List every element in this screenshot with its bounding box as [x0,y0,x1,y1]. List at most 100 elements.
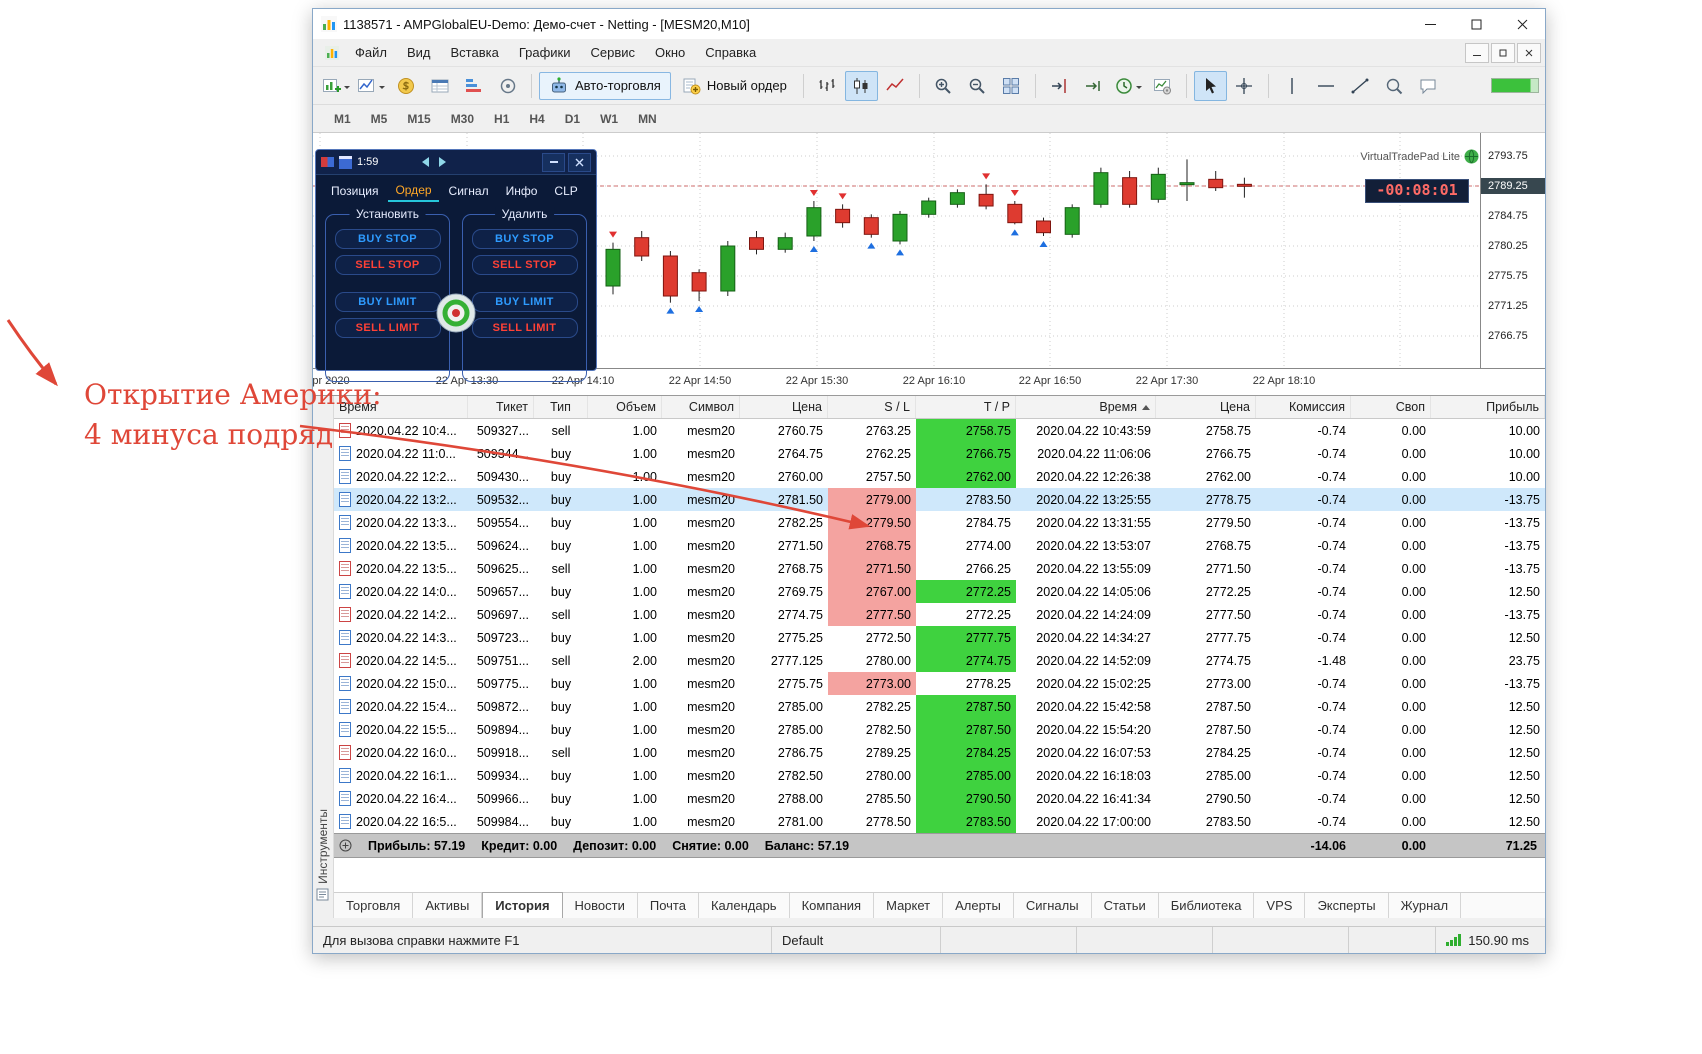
magnifier-tool-button[interactable] [1378,71,1411,101]
vtp-delete-sell-limit-button[interactable]: SELL LIMIT [471,318,578,338]
tab-mailbox[interactable]: Почта [638,893,699,918]
vtp-tab-order[interactable]: Ордер [388,180,439,202]
tab-alerts[interactable]: Алерты [943,893,1014,918]
new-chart-button[interactable] [319,71,353,101]
vtp-set-buy-stop-button[interactable]: BUY STOP [334,229,441,249]
column-header-symbol[interactable]: Символ [662,396,740,418]
strategy-tester-button[interactable] [1146,71,1179,101]
table-row[interactable]: 2020.04.22 11:0... 509344... buy 1.00 mesm20… [334,442,1545,465]
table-row[interactable]: 2020.04.22 13:5... 509625... sell 1.00 mesm2… [334,557,1545,580]
title-bar[interactable]: 1138571 - AMPGlobalEU-Demo: Демо-счет - … [313,9,1545,39]
mdi-restore-button[interactable] [1491,42,1515,63]
trendline-button[interactable] [1344,71,1377,101]
price-axis[interactable]: 2789.25 2793.752789.252784.752780.252775… [1480,133,1545,368]
chart-shift-button[interactable] [1043,71,1076,101]
new-order-button[interactable]: Новый ордер [672,73,796,99]
column-header-type[interactable]: Тип [534,396,588,418]
auto-scroll-button[interactable] [1077,71,1110,101]
data-window-button[interactable] [423,71,456,101]
column-header-profit[interactable]: Прибыль [1431,396,1545,418]
table-row[interactable]: 2020.04.22 16:4... 509966... buy 1.00 mesm20… [334,787,1545,810]
menu-item-view[interactable]: Вид [397,41,441,64]
table-row[interactable]: 2020.04.22 14:0... 509657... buy 1.00 mesm20… [334,580,1545,603]
line-mode-button[interactable] [879,71,912,101]
status-connection[interactable]: 150.90 ms [1436,927,1545,953]
cursor-button[interactable] [1193,70,1227,101]
vtp-tab-info[interactable]: Инфо [499,181,545,201]
tab-experts[interactable]: Эксперты [1305,893,1389,918]
table-row[interactable]: 2020.04.22 14:3... 509723... buy 1.00 mesm20… [334,626,1545,649]
tab-company[interactable]: Компания [790,893,875,918]
vtp-tab-position[interactable]: Позиция [324,181,385,201]
tile-windows-button[interactable] [995,71,1028,101]
table-row[interactable]: 2020.04.22 16:5... 509984... buy 1.00 mesm20… [334,810,1545,833]
vtp-tab-signal[interactable]: Сигнал [442,181,496,201]
tab-market[interactable]: Маркет [874,893,944,918]
virtualtradepad-panel[interactable]: 1:59 Позиция Ордер Сигнал Инфо CLP Установит… [315,149,597,382]
menu-item-window[interactable]: Окно [645,41,695,64]
period-button[interactable] [1111,71,1145,101]
tab-trade[interactable]: Торговля [334,893,414,918]
menu-item-help[interactable]: Справка [695,41,766,64]
table-row[interactable]: 2020.04.22 10:4... 509327... sell 1.00 mesm2… [334,419,1545,442]
market-depth-button[interactable] [457,71,490,101]
table-row[interactable]: 2020.04.22 13:5... 509624... buy 1.00 mesm20… [334,534,1545,557]
vtp-next-icon[interactable] [439,157,451,167]
menu-item-file[interactable]: Файл [345,41,397,64]
column-header-swap[interactable]: Своп [1351,396,1431,418]
vtp-tab-clp[interactable]: CLP [547,181,584,201]
table-row[interactable]: 2020.04.22 12:2... 509430... buy 1.00 mesm20… [334,465,1545,488]
vtp-close-button[interactable] [568,152,591,172]
tab-journal[interactable]: Журнал [1389,893,1462,918]
table-row[interactable]: 2020.04.22 14:5... 509751... sell 2.00 mesm2… [334,649,1545,672]
timeframe-d1[interactable]: D1 [556,109,589,129]
table-row[interactable]: 2020.04.22 13:3... 509554... buy 1.00 mesm20… [334,511,1545,534]
timeframe-m5[interactable]: M5 [362,109,397,129]
horizontal-line-button[interactable] [1310,71,1343,101]
column-header-close_price[interactable]: Цена [1156,396,1256,418]
tab-assets[interactable]: Активы [413,893,483,918]
maximize-button[interactable] [1453,9,1499,39]
toolbox-side-strip[interactable]: Инструменты [313,396,334,918]
menu-item-charts[interactable]: Графики [509,41,581,64]
minimize-button[interactable] [1407,9,1453,39]
status-profile[interactable]: Default [772,927,941,953]
table-row[interactable]: 2020.04.22 15:5... 509894... buy 1.00 mesm20… [334,718,1545,741]
zoom-out-button[interactable] [961,71,994,101]
tab-history[interactable]: История [482,892,563,918]
table-row[interactable]: 2020.04.22 15:0... 509775... buy 1.00 mesm20… [334,672,1545,695]
menu-item-insert[interactable]: Вставка [441,41,509,64]
timeframe-w1[interactable]: W1 [591,109,627,129]
vtp-set-sell-limit-button[interactable]: SELL LIMIT [334,318,441,338]
mdi-minimize-button[interactable] [1465,42,1489,63]
timeframe-m15[interactable]: M15 [398,109,439,129]
tab-news[interactable]: Новости [563,893,638,918]
vtp-set-sell-stop-button[interactable]: SELL STOP [334,255,441,275]
comment-tool-button[interactable] [1412,71,1445,101]
attach-ea-button[interactable] [491,71,524,101]
column-header-price[interactable]: Цена [740,396,828,418]
vtp-minimize-button[interactable] [542,152,565,172]
vtp-title-bar[interactable]: 1:59 [316,150,596,175]
table-row[interactable]: 2020.04.22 13:2... 509532... buy 1.00 mesm20… [334,488,1545,511]
timeframe-m1[interactable]: M1 [325,109,360,129]
tab-signals[interactable]: Сигналы [1014,893,1092,918]
tab-vps[interactable]: VPS [1254,893,1306,918]
tab-library[interactable]: Библиотека [1159,893,1255,918]
vtp-delete-sell-stop-button[interactable]: SELL STOP [471,255,578,275]
table-row[interactable]: 2020.04.22 16:1... 509934... buy 1.00 mesm20… [334,764,1545,787]
column-header-tp[interactable]: T / P [916,396,1016,418]
autotrade-button[interactable]: Авто-торговля [539,71,671,100]
timeframe-mn[interactable]: MN [629,109,666,129]
timeframe-m30[interactable]: M30 [442,109,483,129]
profiles-button[interactable] [354,71,388,101]
vertical-line-button[interactable] [1276,71,1309,101]
close-button[interactable] [1499,9,1545,39]
column-header-volume[interactable]: Объем [588,396,662,418]
table-row[interactable]: 2020.04.22 15:4... 509872... buy 1.00 mesm20… [334,695,1545,718]
tab-calendar[interactable]: Календарь [699,893,790,918]
column-header-sl[interactable]: S / L [828,396,916,418]
zoom-in-button[interactable] [927,71,960,101]
bars-mode-button[interactable] [811,71,844,101]
menu-item-service[interactable]: Сервис [581,41,646,64]
